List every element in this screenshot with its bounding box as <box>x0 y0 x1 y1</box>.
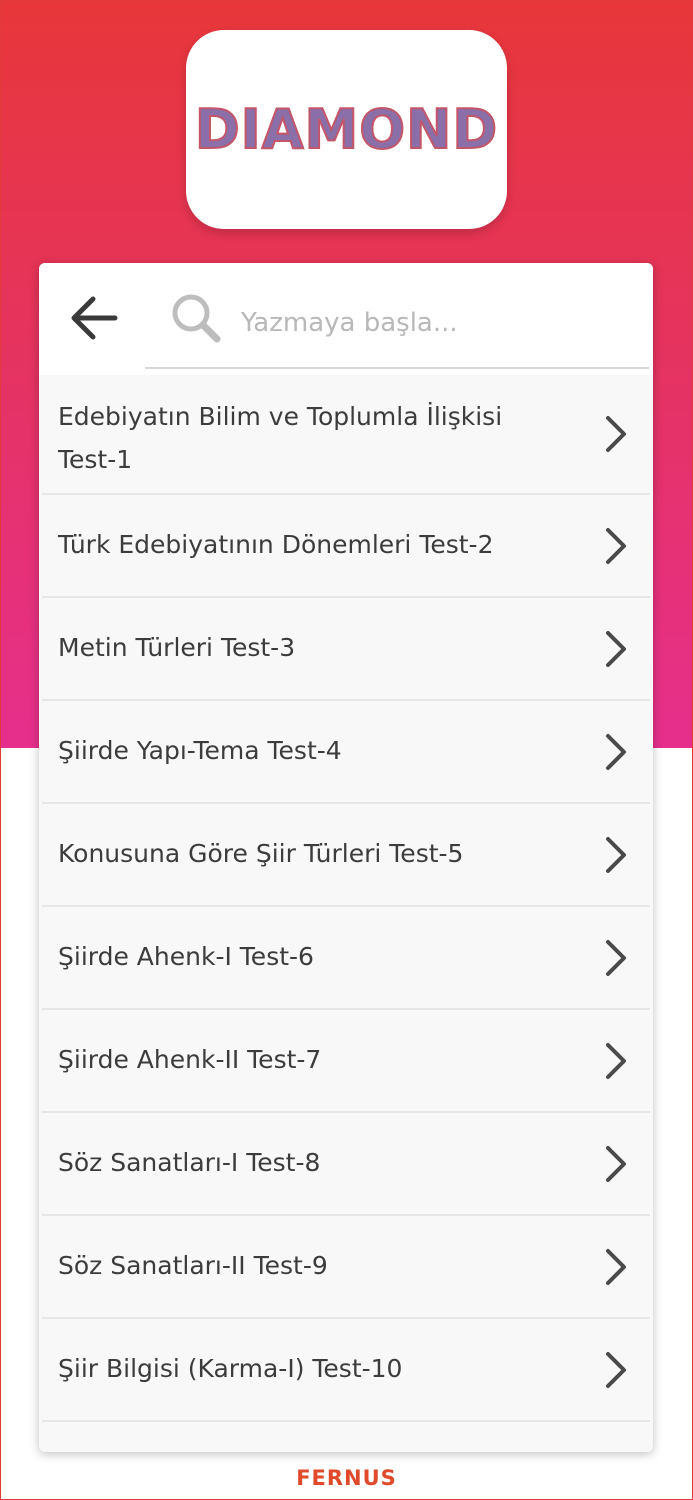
test-list-item[interactable]: Edebiyatın Bilim ve Toplumla İlişkisi Te… <box>42 375 650 495</box>
arrow-left-icon <box>71 296 118 340</box>
chevron-right-icon <box>606 836 626 873</box>
search-icon <box>172 294 221 343</box>
test-list: Edebiyatın Bilim ve Toplumla İlişkisi Te… <box>42 375 650 1422</box>
test-item-label: Şiirde Ahenk-II Test-7 <box>58 1045 322 1074</box>
test-item-label: Söz Sanatları-II Test-9 <box>58 1251 328 1280</box>
brand-footer: FERNUS <box>296 1466 397 1490</box>
test-item-label: Metin Türleri Test-3 <box>58 633 296 662</box>
chevron-right-icon <box>606 416 626 452</box>
test-item-label: Şiirde Yapı-Tema Test-4 <box>58 736 342 765</box>
test-item-label: Şiirde Ahenk-I Test-6 <box>58 942 314 971</box>
chevron-right-icon <box>606 1042 626 1079</box>
chevron-right-icon <box>606 527 626 564</box>
search-field[interactable] <box>145 281 649 369</box>
chevron-right-icon <box>606 1248 626 1285</box>
logo-card: DIAMOND <box>186 30 507 229</box>
test-item-label: Konusuna Göre Şiir Türleri Test-5 <box>58 839 464 868</box>
chevron-right-icon <box>606 630 626 667</box>
test-item-label: Söz Sanatları-I Test-8 <box>58 1148 321 1177</box>
test-item-label: Türk Edebiyatının Dönemleri Test-2 <box>58 530 494 559</box>
test-item-label: Şiir Bilgisi (Karma-I) Test-10 <box>58 1354 403 1383</box>
test-list-item[interactable]: Söz Sanatları-II Test-9 <box>42 1216 650 1319</box>
app-logo: DIAMOND <box>194 97 499 162</box>
test-list-item[interactable]: Konusuna Göre Şiir Türleri Test-5 <box>42 804 650 907</box>
test-list-item[interactable]: Şiirde Ahenk-II Test-7 <box>42 1010 650 1113</box>
test-list-panel: Edebiyatın Bilim ve Toplumla İlişkisi Te… <box>39 263 653 1452</box>
search-input[interactable] <box>241 299 631 347</box>
chevron-right-icon <box>606 939 626 976</box>
test-list-item[interactable]: Şiirde Ahenk-I Test-6 <box>42 907 650 1010</box>
back-button[interactable] <box>61 285 127 351</box>
search-bar <box>39 263 653 375</box>
test-list-item[interactable]: Şiirde Yapı-Tema Test-4 <box>42 701 650 804</box>
test-list-item[interactable]: Metin Türleri Test-3 <box>42 598 650 701</box>
test-list-item[interactable]: Türk Edebiyatının Dönemleri Test-2 <box>42 495 650 598</box>
test-list-item[interactable]: Şiir Bilgisi (Karma-I) Test-10 <box>42 1319 650 1422</box>
chevron-right-icon <box>606 733 626 770</box>
chevron-right-icon <box>606 1351 626 1388</box>
test-item-label: Edebiyatın Bilim ve Toplumla İlişkisi Te… <box>58 402 503 474</box>
test-list-item[interactable]: Söz Sanatları-I Test-8 <box>42 1113 650 1216</box>
chevron-right-icon <box>606 1145 626 1182</box>
